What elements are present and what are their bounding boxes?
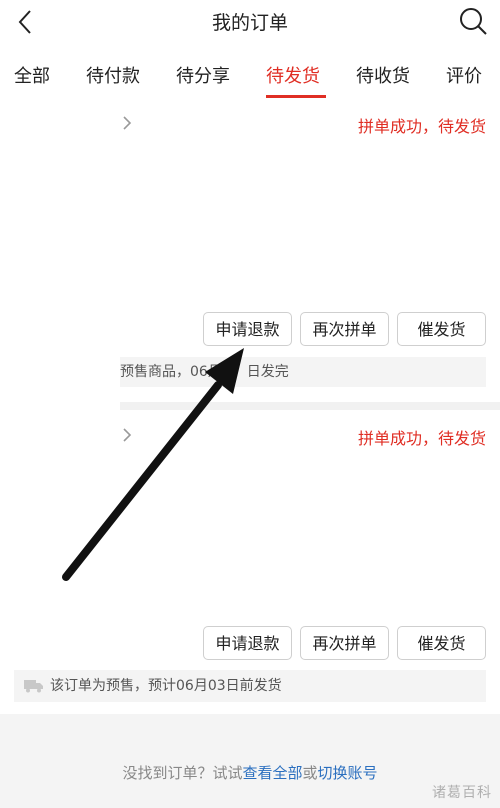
tab-all[interactable]: 全部 <box>14 62 50 88</box>
presale-note-text: 该订单为预售，预计06月03日前发货 <box>50 678 282 694</box>
remind-shipment-button[interactable]: 催发货 <box>397 312 486 346</box>
tab-pending-payment[interactable]: 待付款 <box>86 62 140 88</box>
view-all-link[interactable]: 查看全部 <box>242 764 302 782</box>
refund-button[interactable]: 申请退款 <box>203 312 292 346</box>
bottom-area: 没找到订单？试试查看全部或切换账号 <box>0 714 500 808</box>
presale-note-tail: 日发完 <box>246 364 289 380</box>
order-status: 拼单成功，待发货 <box>357 117 486 136</box>
presale-note-text: 预售商品，06月0 <box>120 364 231 380</box>
tab-pending-receipt[interactable]: 待收货 <box>356 62 410 88</box>
refund-button[interactable]: 申请退款 <box>203 626 292 660</box>
order-tabs: 全部 待付款 待分享 待发货 待收货 评价 <box>0 52 500 100</box>
chevron-right-icon[interactable] <box>120 428 134 442</box>
presale-note: 预售商品，06月0 日发完 <box>120 357 486 387</box>
regroup-button[interactable]: 再次拼单 <box>300 626 389 660</box>
search-icon[interactable] <box>458 6 488 36</box>
watermark: 诸葛百科 <box>432 785 492 801</box>
page-title: 我的订单 <box>211 12 288 34</box>
tip-prefix: 没找到订单？试试 <box>122 764 243 782</box>
regroup-button[interactable]: 再次拼单 <box>300 312 389 346</box>
tab-pending-shipment[interactable]: 待发货 <box>266 62 320 88</box>
tab-review[interactable]: 评价 <box>446 62 482 88</box>
presale-note: 该订单为预售，预计06月03日前发货 <box>14 670 486 702</box>
order-status: 拼单成功，待发货 <box>357 429 486 448</box>
empty-tip: 没找到订单？试试查看全部或切换账号 <box>0 762 500 783</box>
tab-pending-share[interactable]: 待分享 <box>176 62 230 88</box>
switch-account-link[interactable]: 切换账号 <box>318 764 378 782</box>
chevron-right-icon[interactable] <box>120 116 134 130</box>
order-divider <box>120 402 500 410</box>
truck-icon <box>24 680 43 693</box>
header-bar: 我的订单 <box>0 0 500 44</box>
tip-or: 或 <box>302 764 318 782</box>
remind-shipment-button[interactable]: 催发货 <box>397 626 486 660</box>
active-tab-indicator <box>266 95 326 98</box>
